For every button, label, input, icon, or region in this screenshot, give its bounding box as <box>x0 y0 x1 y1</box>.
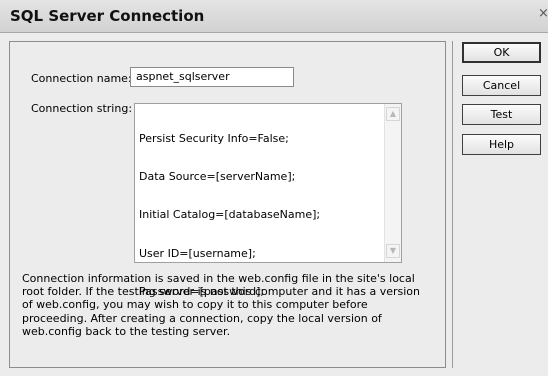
vertical-divider <box>452 41 453 368</box>
scroll-up-arrow-icon[interactable]: ▲ <box>386 107 400 121</box>
info-line: web.config back to the testing server. <box>22 324 231 338</box>
info-line: Connection information is saved in the w… <box>22 272 415 285</box>
cancel-button[interactable]: Cancel <box>462 75 541 96</box>
connection-name-value: aspnet_sqlserver <box>136 70 230 83</box>
help-button[interactable]: Help <box>462 134 541 155</box>
connection-name-input[interactable]: aspnet_sqlserver <box>130 67 294 87</box>
dialog-content: Connection name: aspnet_sqlserver Connec… <box>0 33 548 376</box>
connection-settings-panel: Connection name: aspnet_sqlserver Connec… <box>9 41 446 368</box>
dialog-title: SQL Server Connection <box>10 7 205 25</box>
info-line: root folder. If the testing server is no… <box>22 285 421 299</box>
connection-name-label: Connection name: <box>31 72 132 85</box>
connection-string-line: Persist Security Info=False; <box>139 131 289 145</box>
connection-info-text: Connection information is saved in the w… <box>22 272 432 338</box>
textarea-scrollbar[interactable]: ▲ ▼ <box>384 104 401 262</box>
connection-string-line: Initial Catalog=[databaseName]; <box>139 208 321 222</box>
scroll-down-arrow-icon[interactable]: ▼ <box>386 244 400 258</box>
connection-string-textarea[interactable]: Persist Security Info=False; Data Source… <box>134 103 402 298</box>
connection-string-line: Data Source=[serverName]; <box>139 169 296 183</box>
close-icon[interactable]: × <box>538 6 548 24</box>
connection-string-line: User ID=[username]; <box>139 246 256 260</box>
sql-server-connection-dialog: SQL Server Connection × Connection name:… <box>0 0 548 376</box>
title-bar: SQL Server Connection × <box>0 0 548 33</box>
connection-string-label: Connection string: <box>31 102 133 115</box>
ok-button[interactable]: OK <box>462 42 541 63</box>
test-button[interactable]: Test <box>462 104 541 125</box>
info-line: proceeding. After creating a connection,… <box>22 311 382 325</box>
info-line: of web.config, you may wish to copy it t… <box>22 298 368 312</box>
